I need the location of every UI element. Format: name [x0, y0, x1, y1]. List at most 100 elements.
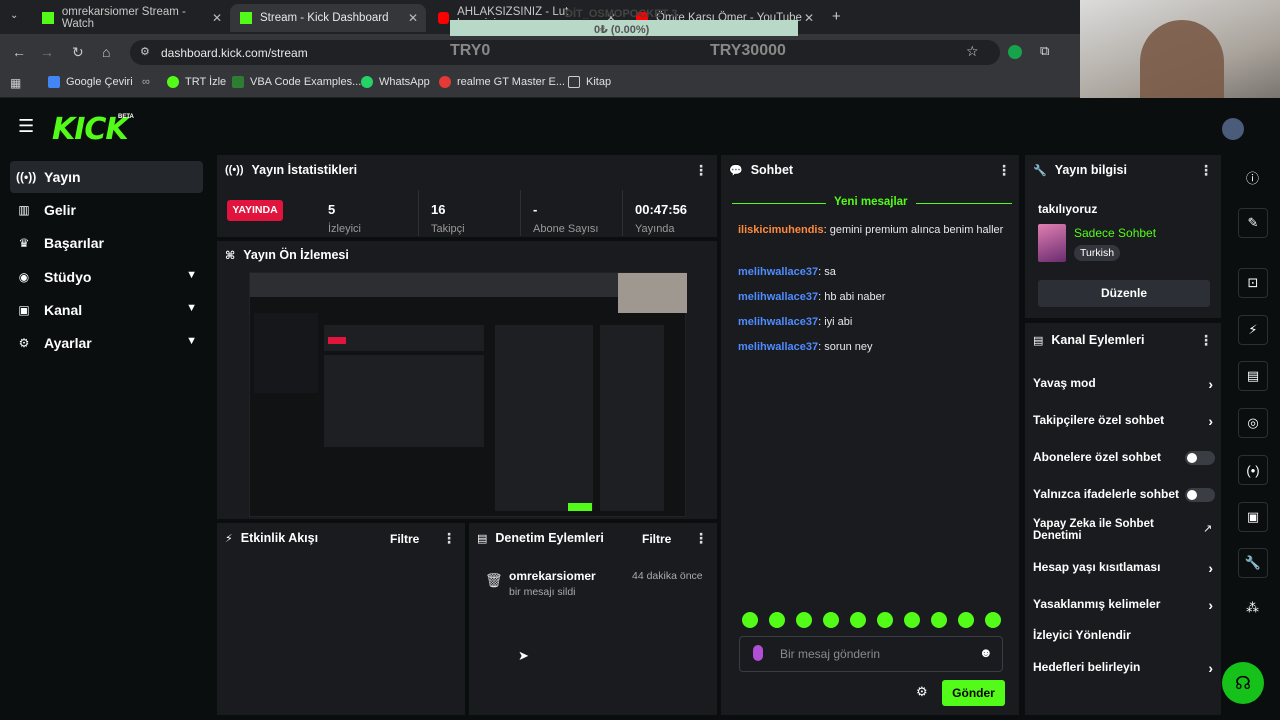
action-banned-words[interactable]: Yasaklanmış kelimeler › [1033, 597, 1215, 613]
rail-broadcast-button[interactable]: (•) [1238, 455, 1268, 485]
rail-notes-button[interactable]: ▤ [1238, 361, 1268, 391]
stream-info-menu-icon[interactable]: ⋮ [1199, 162, 1213, 179]
extensions-icon[interactable]: ⧉ [1040, 43, 1049, 59]
rail-flash-button[interactable]: ⚡ [1238, 315, 1268, 345]
action-emotes-only[interactable]: Yalnızca ifadelerle sohbet [1033, 487, 1215, 502]
info-icon[interactable]: ⓘ [1246, 168, 1259, 187]
send-button[interactable]: Gönder [942, 680, 1005, 706]
preview-header: ⌘ Yayın Ön İzlemesi [225, 248, 349, 262]
chat-username[interactable]: melihwallace37 [738, 316, 818, 328]
star-icon[interactable]: ☆ [966, 43, 979, 60]
action-slow-mode[interactable]: Yavaş mod › [1033, 376, 1215, 392]
emote-icon[interactable] [931, 612, 947, 628]
tab-search-icon[interactable]: ⌄ [10, 10, 18, 21]
chat-username[interactable]: melihwallace37 [738, 291, 818, 303]
chevron-down-icon: ▼ [186, 269, 197, 281]
category-name[interactable]: Sadece Sohbet [1074, 226, 1156, 240]
edit-button[interactable]: Düzenle [1038, 280, 1210, 307]
external-link-icon[interactable]: ↗ [1203, 522, 1212, 535]
back-icon[interactable]: ← [12, 44, 26, 60]
stream-preview-video[interactable] [249, 272, 687, 517]
rail-tools-button[interactable]: 🔧 [1238, 548, 1268, 578]
emote-icon[interactable] [958, 612, 974, 628]
bookmark-realme[interactable]: realme GT Master E... [439, 76, 565, 88]
action-redirect-viewers[interactable]: İzleyici Yönlendir [1033, 628, 1215, 642]
forward-icon[interactable]: → [40, 44, 54, 60]
action-set-goals[interactable]: Hedefleri belirleyin › [1033, 660, 1215, 676]
sidebar-item-ayarlar[interactable]: ⚙ Ayarlar ▼ [10, 327, 203, 359]
stats-menu-icon[interactable]: ⋮ [694, 162, 708, 179]
home-icon[interactable]: ⌂ [102, 44, 110, 60]
sidebar-item-yayin[interactable]: ((•)) Yayın [10, 161, 203, 193]
sidebar-item-kanal[interactable]: ▣ Kanal ▼ [10, 294, 203, 326]
chat-header: 💬 Sohbet [729, 163, 794, 177]
sidebar-item-basarilar[interactable]: ♛ Başarılar [10, 227, 203, 259]
subscribers-only-toggle[interactable] [1185, 451, 1215, 465]
extension-g-icon[interactable] [1008, 45, 1022, 59]
gear-icon: ⚙ [18, 336, 30, 350]
moderation-filter-button[interactable]: Filtre [642, 532, 671, 546]
tab-kick-dashboard[interactable]: Stream - Kick Dashboard ✕ [230, 4, 426, 32]
reload-icon[interactable]: ↻ [72, 44, 84, 61]
close-icon[interactable]: ✕ [804, 11, 814, 25]
activity-filter-button[interactable]: Filtre [390, 532, 419, 546]
rail-clip-button[interactable]: ⊡ [1238, 268, 1268, 298]
microphone-icon[interactable] [753, 645, 763, 661]
bookmark-icon[interactable]: ∞ [142, 76, 150, 88]
emote-icon[interactable] [769, 612, 785, 628]
rail-chat-button[interactable]: ◎ [1238, 408, 1268, 438]
emote-icon[interactable] [877, 612, 893, 628]
chat-username[interactable]: melihwallace37 [738, 341, 818, 353]
rail-edit-button[interactable]: ✎ [1238, 208, 1268, 238]
kick-logo[interactable]: KICK [52, 112, 129, 147]
close-icon[interactable]: ✕ [212, 11, 222, 25]
emoji-icon[interactable]: ☻ [979, 645, 993, 660]
emote-icon[interactable] [985, 612, 1001, 628]
url-text[interactable]: dashboard.kick.com/stream [161, 46, 308, 60]
channel-actions-header: ▤ Kanal Eylemleri [1033, 333, 1145, 347]
sidebar-item-gelir[interactable]: ▥ Gelir [10, 194, 203, 226]
action-followers-only[interactable]: Takipçilere özel sohbet › [1033, 413, 1215, 429]
chat-settings-icon[interactable]: ⚙ [916, 684, 928, 700]
sidebar-item-studyo[interactable]: ◉ Stüdyo ▼ [10, 261, 203, 293]
category-thumbnail [1038, 224, 1066, 262]
user-avatar[interactable] [1222, 118, 1244, 140]
moderation-header: ▤ Denetim Eylemleri [477, 531, 604, 545]
chat-username[interactable]: iliskicimuhendis [738, 224, 824, 236]
rail-layout-button[interactable]: ▣ [1238, 502, 1268, 532]
emote-icon[interactable] [742, 612, 758, 628]
chat-username[interactable]: melihwallace37 [738, 266, 818, 278]
close-icon[interactable]: ✕ [408, 11, 418, 25]
bookmark-whatsapp[interactable]: WhatsApp [361, 76, 430, 88]
emote-icon[interactable] [823, 612, 839, 628]
activity-menu-icon[interactable]: ⋮ [442, 530, 456, 547]
tab-label: Stream - Kick Dashboard [260, 12, 389, 24]
bookmark-kitap[interactable]: Kitap [568, 76, 611, 88]
emotes-only-toggle[interactable] [1185, 488, 1215, 502]
channel-actions-menu-icon[interactable]: ⋮ [1199, 332, 1213, 349]
wrench-icon: 🔧 [1033, 164, 1047, 177]
bookmark-trt[interactable]: TRT İzle [167, 76, 226, 88]
emote-icon[interactable] [850, 612, 866, 628]
chat-icon: 💬 [729, 164, 743, 177]
emote-icon[interactable] [796, 612, 812, 628]
menu-icon[interactable]: ☰ [18, 116, 34, 137]
moderation-menu-icon[interactable]: ⋮ [694, 530, 708, 547]
chat-menu-icon[interactable]: ⋮ [997, 162, 1011, 179]
new-tab-icon[interactable]: + [832, 8, 841, 25]
moderation-user[interactable]: omrekarsiomer [509, 569, 596, 583]
apps-grid-icon[interactable]: ▦ [10, 76, 21, 90]
moderation-time: 44 dakika önce [632, 570, 703, 582]
tab-kick-watch[interactable]: omrekarsiomer Stream - Watch ✕ [32, 4, 230, 32]
action-subscribers-only[interactable]: Abonelere özel sohbet [1033, 450, 1215, 465]
share-icon[interactable]: ⁂ [1246, 600, 1259, 616]
support-chat-button[interactable]: ☊ [1222, 662, 1264, 704]
bookmark-google-translate[interactable]: Google Çeviri [48, 76, 133, 88]
language-tag: Turkish [1074, 245, 1121, 261]
bookmark-vba[interactable]: VBA Code Examples... [232, 76, 361, 88]
site-info-icon[interactable]: ⚙ [140, 45, 150, 58]
action-account-age[interactable]: Hesap yaşı kısıtlaması › [1033, 560, 1215, 576]
action-ai-moderation[interactable]: Yapay Zeka ile Sohbet Denetimi [1033, 518, 1183, 542]
emote-icon[interactable] [904, 612, 920, 628]
preview-icon: ⌘ [225, 249, 236, 262]
